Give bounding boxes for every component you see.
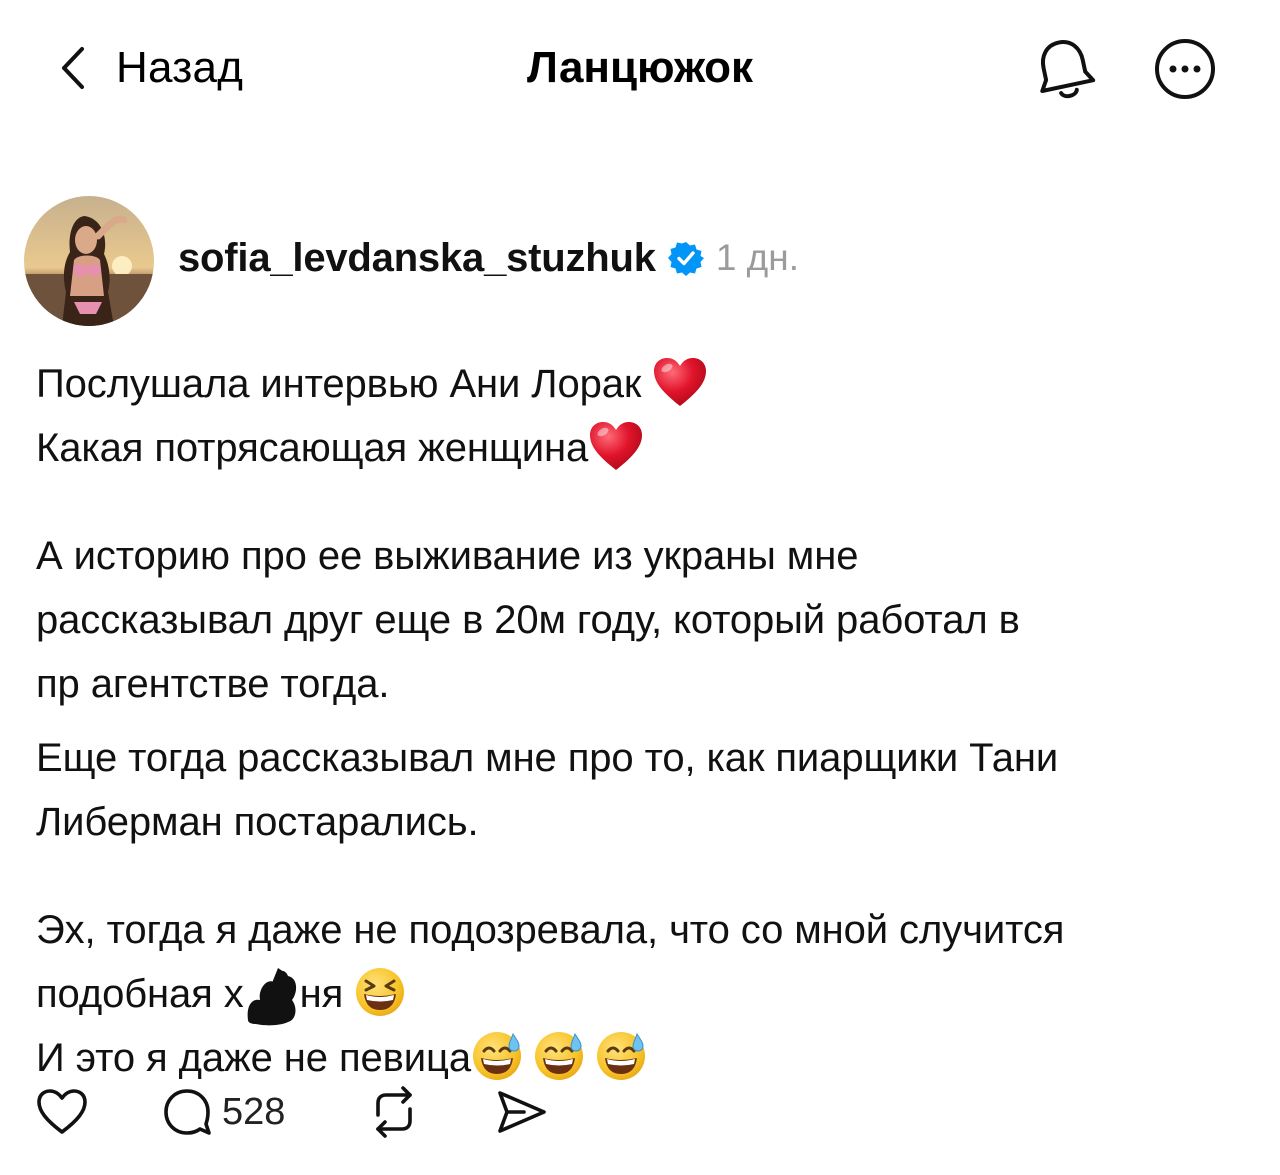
reply-count: 528 xyxy=(222,1090,286,1133)
post-line-text: подобная х xyxy=(36,972,244,1016)
username[interactable]: sofia_levdanska_stuzhuk xyxy=(178,236,656,281)
post-line-text: И это я даже не певица xyxy=(36,1036,472,1080)
top-navigation-bar: Назад Ланцюжок xyxy=(0,0,1280,140)
post-line: Эх, тогда я даже не подозревала, что со … xyxy=(36,908,1065,952)
post-line: Какая потрясающая женщина xyxy=(36,416,1256,480)
verified-badge-icon xyxy=(667,242,704,276)
post-line: Послушала интервью Ани Лорак xyxy=(36,352,1256,416)
post-actions-bar: 528 xyxy=(36,1082,636,1142)
grinning-sweat-face-emoji xyxy=(595,1030,647,1082)
more-options-button[interactable] xyxy=(1153,36,1217,102)
post-line: И это я даже не певица xyxy=(36,1026,1256,1090)
share-icon xyxy=(498,1091,546,1133)
repost-icon xyxy=(376,1086,412,1138)
reply-button[interactable]: 528 xyxy=(160,1082,285,1142)
red-heart-emoji xyxy=(652,356,708,408)
post-line-text: Какая потрясающая женщина xyxy=(36,426,589,470)
like-button[interactable] xyxy=(36,1082,88,1142)
post-line-text: Послушала интервью Ани Лорак xyxy=(36,362,653,406)
post-line: Либерман постарались. xyxy=(36,800,479,844)
post-line-text: ня xyxy=(299,972,355,1016)
post-line: подобная х ня xyxy=(36,962,1256,1026)
heart-outline-icon xyxy=(37,1089,87,1134)
repost-button[interactable] xyxy=(366,1082,422,1142)
more-icon xyxy=(1155,39,1215,99)
avatar[interactable] xyxy=(24,196,154,326)
post-author-row: sofia_levdanska_stuzhuk 1 дн. xyxy=(178,228,799,288)
post-timestamp: 1 дн. xyxy=(715,237,799,278)
post-line: рассказывал друг еще в 20м году, который… xyxy=(36,598,1020,642)
post-line: пр агентстве тогда. xyxy=(36,662,390,706)
grinning-squinting-face-emoji xyxy=(354,966,406,1018)
post-line: А историю про ее выживание из украны мне xyxy=(36,534,859,578)
censor-scribble xyxy=(244,968,300,1026)
post-text: Послушала интервью Ани Лорак Какая потря… xyxy=(36,352,1256,1090)
bell-icon[interactable] xyxy=(1032,36,1096,102)
red-heart-emoji xyxy=(588,420,644,472)
post-line: Еще тогда рассказывал мне про то, как пи… xyxy=(36,736,1059,780)
comment-icon xyxy=(164,1089,211,1135)
grinning-sweat-face-emoji xyxy=(533,1030,585,1082)
share-button[interactable] xyxy=(494,1082,550,1142)
grinning-sweat-face-emoji xyxy=(471,1030,523,1082)
